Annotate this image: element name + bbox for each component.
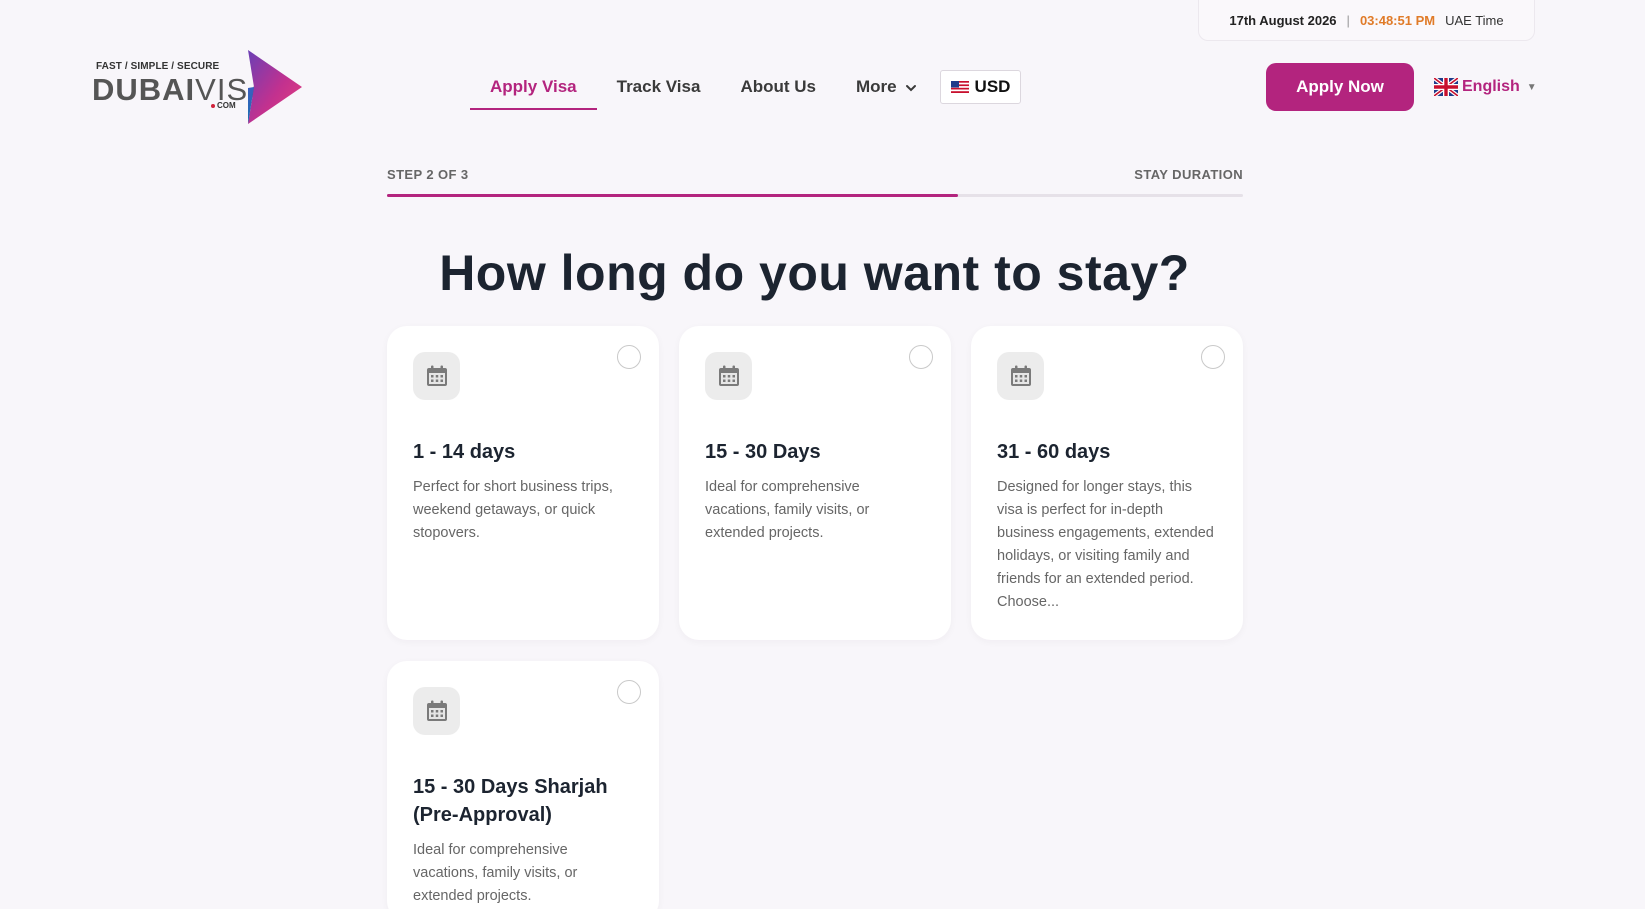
current-time: 03:48:51 PM <box>1359 12 1436 28</box>
calendar-icon <box>997 352 1044 400</box>
page: 17th August 2026 | 03:48:51 PM UAE Time … <box>0 0 1645 909</box>
duration-option-card[interactable]: 15 - 30 Days Ideal for comprehensive vac… <box>679 326 951 640</box>
currency-label: USD <box>974 77 1011 96</box>
option-radio[interactable] <box>617 345 641 369</box>
option-radio[interactable] <box>1201 345 1225 369</box>
duration-option-card[interactable]: 15 - 30 Days Sharjah (Pre-Approval) Idea… <box>387 661 659 909</box>
step-name: STAY DURATION <box>1134 167 1243 182</box>
us-flag-icon <box>950 81 969 93</box>
option-title: 15 - 30 Days <box>705 441 821 463</box>
option-radio[interactable] <box>617 680 641 704</box>
option-description: Ideal for comprehensive vacations, famil… <box>413 842 578 904</box>
logo-word-bold: DUBAI <box>92 72 196 107</box>
nav-apply-visa[interactable]: Apply Visa <box>470 64 597 110</box>
page-title: How long do you want to stay? <box>439 245 1190 301</box>
option-title: 31 - 60 days <box>997 441 1111 463</box>
duration-option-card[interactable]: 1 - 14 days Perfect for short business t… <box>387 326 659 640</box>
option-description: Designed for longer stays, this visa is … <box>997 479 1214 610</box>
chevron-down-icon <box>905 85 916 92</box>
logo-dotcom: COM <box>211 101 236 110</box>
main-nav: Apply Visa Track Visa About Us More <box>470 64 937 110</box>
calendar-icon <box>705 352 752 400</box>
time-zone-label: UAE Time <box>1445 12 1504 28</box>
site-logo[interactable]: FAST / SIMPLE / SECURE DUBAIVISA COM <box>92 50 307 124</box>
option-radio[interactable] <box>909 345 933 369</box>
progress-fill <box>387 194 958 197</box>
language-label: English <box>1462 78 1520 95</box>
nav-track-visa[interactable]: Track Visa <box>597 64 721 110</box>
option-title: 1 - 14 days <box>413 441 516 463</box>
logo-wordmark: DUBAIVISA <box>92 72 270 108</box>
time-separator: | <box>1346 12 1350 28</box>
caret-down-icon: ▼ <box>1526 81 1537 93</box>
nav-more[interactable]: More <box>836 64 937 110</box>
step-counter: STEP 2 OF 3 <box>387 167 469 182</box>
language-selector[interactable]: English ▼ <box>1434 78 1537 96</box>
apply-now-button[interactable]: Apply Now <box>1266 63 1414 111</box>
progress-track <box>387 194 1243 197</box>
option-description: Ideal for comprehensive vacations, famil… <box>705 479 870 541</box>
duration-option-card[interactable]: 31 - 60 days Designed for longer stays, … <box>971 326 1243 640</box>
uae-time-strip: 17th August 2026 | 03:48:51 PM UAE Time <box>1198 0 1535 41</box>
logo-play-icon <box>248 50 302 124</box>
current-date: 17th August 2026 <box>1229 12 1337 28</box>
nav-about-us[interactable]: About Us <box>720 64 836 110</box>
option-title: 15 - 30 Days Sharjah (Pre-Approval) <box>413 776 608 826</box>
option-description: Perfect for short business trips, weeken… <box>413 479 613 541</box>
calendar-icon <box>413 352 460 400</box>
currency-selector[interactable]: USD <box>940 70 1021 104</box>
calendar-icon <box>413 687 460 735</box>
nav-more-label: More <box>856 77 897 96</box>
uk-flag-icon <box>1434 78 1458 96</box>
logo-tagline: FAST / SIMPLE / SECURE <box>96 61 220 72</box>
